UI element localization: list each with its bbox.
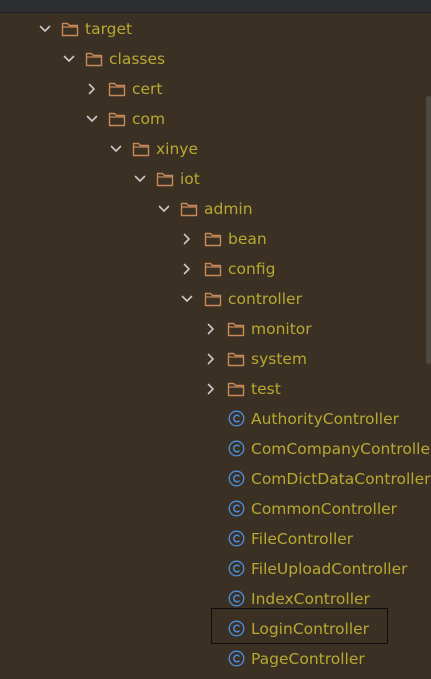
tree-node-label: admin [204, 200, 253, 218]
folder-icon [156, 171, 174, 187]
folder-icon [108, 81, 126, 97]
tree-node-label: monitor [251, 320, 312, 338]
tree-node-file-controller[interactable]: FileController [0, 524, 431, 554]
class-icon [228, 440, 245, 457]
tree-node-label: classes [109, 50, 166, 68]
tree-node-label: FileController [251, 530, 354, 548]
tree-node-label: system [251, 350, 308, 368]
chevron-right-icon[interactable] [179, 261, 195, 277]
tree-node-com[interactable]: com [0, 104, 431, 134]
tree-node-label: target [85, 20, 133, 38]
folder-icon [204, 261, 222, 277]
tree-node-label: xinye [156, 140, 199, 158]
chevron-down-icon[interactable] [37, 21, 53, 37]
class-icon [228, 410, 245, 427]
chevron-down-icon[interactable] [108, 141, 124, 157]
tree-node-label: IndexController [251, 590, 370, 608]
tree-node-comcompany-controller[interactable]: ComCompanyController [0, 434, 431, 464]
tree-node-label: PageController [251, 650, 365, 668]
tree-node-page-controller[interactable]: PageController [0, 644, 431, 674]
tree-node-test[interactable]: test [0, 374, 431, 404]
folder-icon [85, 51, 103, 67]
tree-node-label: CommonController [251, 500, 398, 518]
folder-icon [132, 141, 150, 157]
tree-node-monitor[interactable]: monitor [0, 314, 431, 344]
folder-icon [108, 111, 126, 127]
tree-node-bean[interactable]: bean [0, 224, 431, 254]
chevron-down-icon[interactable] [84, 111, 100, 127]
tree-node-fileupload-controller[interactable]: FileUploadController [0, 554, 431, 584]
class-icon [228, 650, 245, 667]
tree-node-label: ComCompanyController [251, 440, 431, 458]
folder-icon [227, 351, 245, 367]
class-icon [228, 590, 245, 607]
tree-node-label: bean [228, 230, 267, 248]
chevron-right-icon[interactable] [84, 81, 100, 97]
tree-node-label: AuthorityController [251, 410, 399, 428]
tree-node-comdictdata-controller[interactable]: ComDictDataController [0, 464, 431, 494]
tree-node-label: ComDictDataController [251, 470, 431, 488]
tree-node-label: cert [132, 80, 163, 98]
folder-icon [180, 201, 198, 217]
top-toolbar-strip [0, 0, 431, 13]
folder-icon [227, 321, 245, 337]
tree-node-label: FileUploadController [251, 560, 408, 578]
tree-node-common-controller[interactable]: CommonController [0, 494, 431, 524]
tree-node-xinye[interactable]: xinye [0, 134, 431, 164]
folder-icon [61, 21, 79, 37]
tree-node-label: config [228, 260, 276, 278]
chevron-right-icon[interactable] [203, 381, 219, 397]
folder-icon [204, 231, 222, 247]
tree-node-admin[interactable]: admin [0, 194, 431, 224]
folder-icon [227, 381, 245, 397]
chevron-down-icon[interactable] [179, 291, 195, 307]
class-icon [228, 500, 245, 517]
tree-node-authority-controller[interactable]: AuthorityController [0, 404, 431, 434]
class-icon [228, 470, 245, 487]
tree-node-target[interactable]: target [0, 14, 431, 44]
chevron-right-icon[interactable] [203, 321, 219, 337]
tree-node-label: controller [228, 290, 302, 308]
tree-node-config[interactable]: config [0, 254, 431, 284]
folder-icon [204, 291, 222, 307]
chevron-down-icon[interactable] [61, 51, 77, 67]
tree-node-controller[interactable]: controller [0, 284, 431, 314]
chevron-right-icon[interactable] [203, 351, 219, 367]
tree-node-system[interactable]: system [0, 344, 431, 374]
tree-node-label: com [132, 110, 166, 128]
highlight-box [211, 608, 388, 644]
tree-node-cert[interactable]: cert [0, 74, 431, 104]
vertical-scrollbar[interactable] [426, 96, 431, 364]
chevron-down-icon[interactable] [132, 171, 148, 187]
chevron-right-icon[interactable] [179, 231, 195, 247]
tree-node-label: test [251, 380, 281, 398]
tree-node-iot[interactable]: iot [0, 164, 431, 194]
tree-node-classes[interactable]: classes [0, 44, 431, 74]
tree-node-label: iot [180, 170, 200, 188]
class-icon [228, 530, 245, 547]
class-icon [228, 560, 245, 577]
chevron-down-icon[interactable] [156, 201, 172, 217]
